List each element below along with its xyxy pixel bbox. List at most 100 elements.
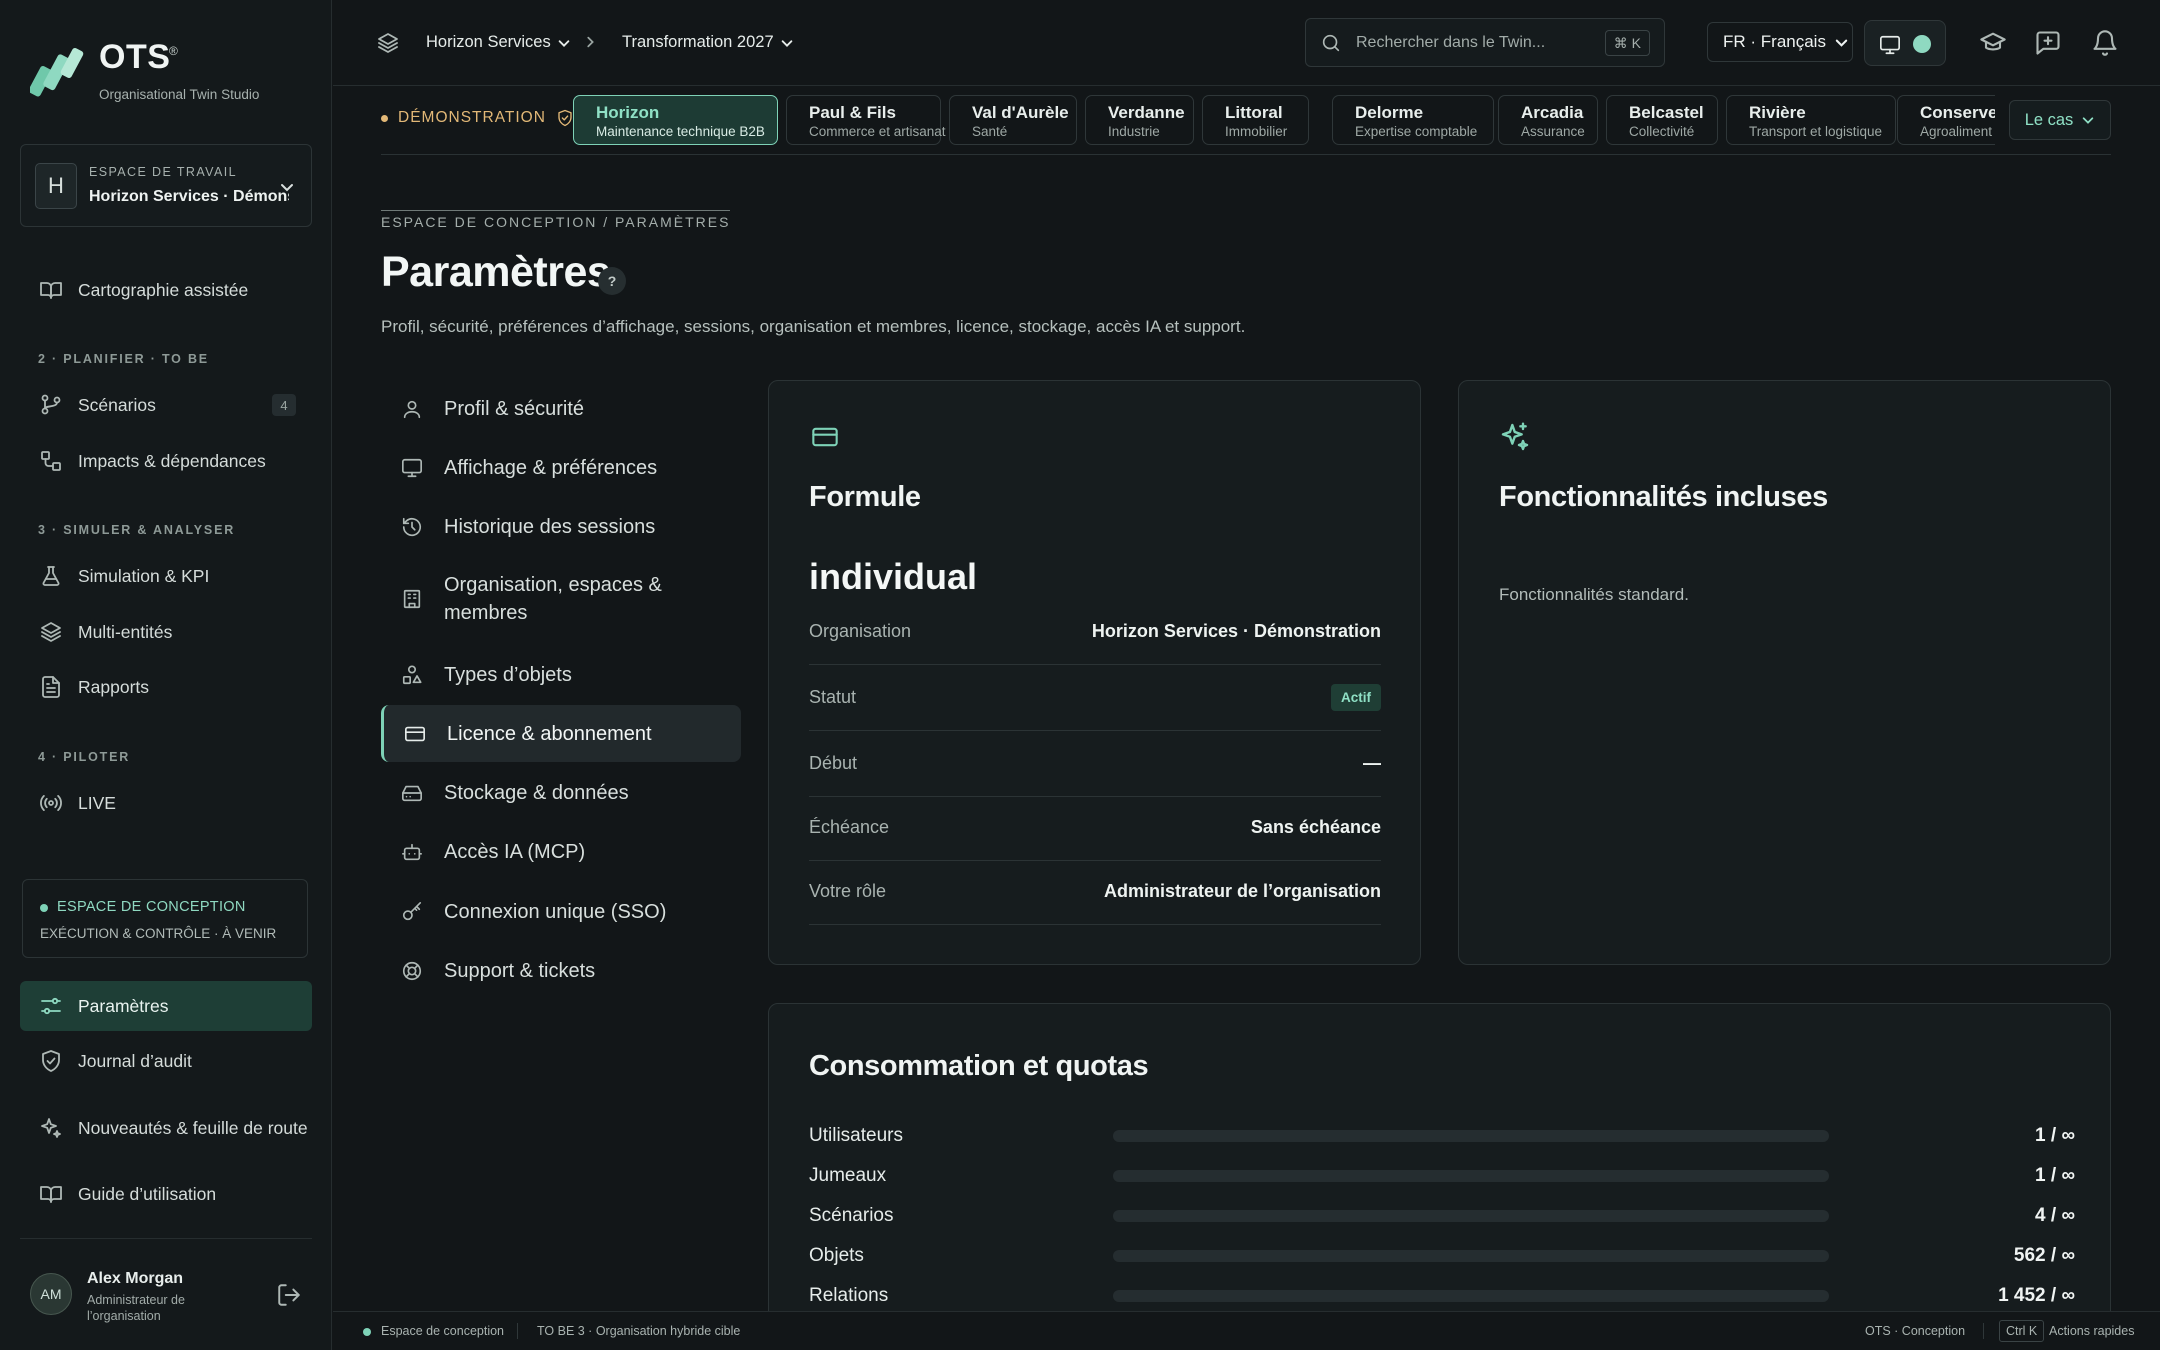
sidebar-item-multi-entites[interactable]: Multi-entités — [20, 608, 312, 656]
demo-case-conserver[interactable]: Conserver Agroaliment — [1897, 95, 1995, 145]
demo-case-riviere[interactable]: Rivière Transport et logistique — [1726, 95, 1896, 145]
settings-item-stockage[interactable]: Stockage & données — [381, 768, 741, 818]
settings-item-label: Licence & abonnement — [447, 722, 652, 745]
sidebar-item-impacts[interactable]: Impacts & dépendances — [20, 437, 312, 485]
page-subtitle: Profil, sécurité, préférences d’affichag… — [381, 317, 1246, 336]
monitor-icon — [398, 457, 426, 479]
demo-case-littoral[interactable]: Littoral Immobilier — [1202, 95, 1309, 145]
sidebar-item-guide[interactable]: Guide d’utilisation — [20, 1170, 312, 1218]
status-mode: Espace de conception — [381, 1324, 505, 1338]
sidebar-item-journal-audit[interactable]: Journal d’audit — [20, 1037, 312, 1085]
settings-item-support[interactable]: Support & tickets — [381, 946, 741, 996]
feedback-icon[interactable] — [2034, 29, 2062, 57]
demo-case-belcastel[interactable]: Belcastel Collectivité — [1606, 95, 1718, 145]
sidebar-item-label: Rapports — [78, 677, 150, 697]
user-icon — [398, 398, 426, 420]
settings-item-label: Stockage & données — [444, 782, 629, 804]
demo-case-val-daurele[interactable]: Val d'Aurèle Santé — [949, 95, 1077, 145]
settings-item-types-objets[interactable]: Types d’objets — [381, 650, 741, 700]
sidebar-item-label: Impacts & dépendances — [78, 451, 266, 471]
broadcast-icon — [36, 791, 66, 815]
demo-case-arcadia[interactable]: Arcadia Assurance — [1498, 95, 1598, 145]
settings-item-affichage[interactable]: Affichage & préférences — [381, 443, 741, 493]
sidebar-item-nouveautes[interactable]: Nouveautés & feuille de route — [20, 1100, 312, 1156]
settings-item-acces-ia[interactable]: Accès IA (MCP) — [381, 827, 741, 877]
settings-item-label: Profil & sécurité — [444, 398, 585, 420]
dependencies-icon — [36, 449, 66, 473]
layers-icon — [376, 31, 400, 55]
bell-icon[interactable] — [2091, 29, 2119, 57]
theme-toggle-knob — [1913, 35, 1931, 53]
quota-row-utilisateurs: Utilisateurs 1 / ∞ — [809, 1116, 2075, 1156]
breadcrumb-organisation[interactable]: Horizon Services — [426, 33, 571, 52]
demo-case-title: Val d'Aurèle — [972, 103, 1069, 122]
book-open-icon — [36, 278, 66, 302]
demo-case-horizon[interactable]: Horizon Maintenance technique B2B — [573, 95, 778, 145]
workspace-switcher[interactable]: H ESPACE DE TRAVAIL Horizon Services · D… — [20, 144, 312, 227]
demo-case-subtitle: Transport et logistique — [1749, 124, 1883, 139]
display-mode-toggle[interactable] — [1864, 20, 1946, 66]
sidebar-item-cartographie[interactable]: Cartographie assistée — [20, 266, 312, 314]
settings-item-sso[interactable]: Connexion unique (SSO) — [381, 887, 741, 937]
formule-row-key: Votre rôle — [809, 881, 887, 901]
sidebar-item-simulation[interactable]: Simulation & KPI — [20, 552, 312, 600]
demo-case-paul-fils[interactable]: Paul & Fils Commerce et artisanat — [786, 95, 946, 145]
graduation-cap-icon[interactable] — [1979, 29, 2007, 57]
formule-row-key: Échéance — [809, 817, 890, 837]
settings-item-profil[interactable]: Profil & sécurité — [381, 384, 741, 434]
search-box[interactable]: Rechercher dans le Twin... ⌘ K — [1305, 18, 1665, 67]
settings-item-label: Historique des sessions — [444, 516, 656, 538]
formule-row-echeance: Échéance Sans échéance — [809, 795, 1381, 861]
hard-drive-icon — [398, 782, 426, 804]
logout-icon[interactable] — [276, 1282, 302, 1308]
settings-item-historique[interactable]: Historique des sessions — [381, 502, 741, 552]
breadcrumb-twin[interactable]: Transformation 2027 — [622, 33, 794, 52]
settings-item-licence[interactable]: Licence & abonnement — [381, 705, 741, 762]
demo-case-subtitle: Expertise comptable — [1355, 124, 1478, 139]
quota-progress-bar — [1113, 1130, 1829, 1142]
page-title: Paramètres — [381, 248, 611, 296]
formule-title: Formule — [809, 481, 921, 513]
sparkles-icon — [1499, 421, 1531, 453]
demo-cases-strip: Horizon Maintenance technique B2B Paul &… — [571, 90, 1995, 152]
quotas-card: Consommation et quotas Utilisateurs 1 / … — [768, 1003, 2111, 1343]
credit-card-icon — [809, 423, 841, 451]
sidebar-item-rapports[interactable]: Rapports — [20, 663, 312, 711]
scenarios-count-badge: 4 — [272, 394, 296, 416]
quotas-title: Consommation et quotas — [809, 1050, 1149, 1082]
sidebar-item-live[interactable]: LIVE — [20, 779, 312, 827]
search-input[interactable]: Rechercher dans le Twin... — [1356, 34, 1545, 52]
concept-space-title: ESPACE DE CONCEPTION — [57, 899, 246, 915]
demo-case-delorme[interactable]: Delorme Expertise comptable — [1332, 95, 1494, 145]
settings-item-organisation[interactable]: Organisation, espaces & membres — [381, 561, 741, 637]
demo-strip-divider — [381, 154, 2111, 155]
language-select[interactable]: FR · Français — [1707, 22, 1853, 62]
user-avatar[interactable]: AM — [30, 1273, 72, 1315]
quick-actions-shortcut[interactable]: Ctrl K — [1999, 1320, 2045, 1342]
case-dropdown-button[interactable]: Le cas — [2009, 100, 2111, 140]
formule-row-debut: Début — — [809, 731, 1381, 797]
sidebar-section-title: 2 · PLANIFIER · TO BE — [38, 352, 209, 366]
sidebar: OTS ® Organisational Twin Studio H ESPAC… — [0, 0, 332, 1350]
demo-case-title: Belcastel — [1629, 103, 1704, 122]
formule-row-key: Organisation — [809, 621, 912, 641]
sidebar-section-title: 4 · PILOTER — [38, 750, 131, 764]
quota-progress-bar — [1113, 1250, 1829, 1262]
help-button[interactable]: ? — [598, 267, 626, 295]
settings-item-label: Support & tickets — [444, 960, 596, 982]
sidebar-section-title: 3 · SIMULER & ANALYSER — [38, 523, 236, 537]
formule-card: Formule individual Organisation Horizon … — [768, 380, 1421, 965]
sidebar-item-parametres[interactable]: Paramètres — [20, 981, 312, 1031]
demo-case-verdanne[interactable]: Verdanne Industrie — [1085, 95, 1194, 145]
sidebar-item-label: Cartographie assistée — [78, 280, 249, 300]
quota-row-value: 562 / ∞ — [2013, 1245, 2075, 1266]
sidebar-item-scenarios[interactable]: Scénarios 4 — [20, 381, 312, 429]
settings-item-label: Accès IA (MCP) — [444, 841, 586, 863]
sidebar-item-label: Paramètres — [78, 996, 169, 1016]
formule-row-value: — — [1363, 753, 1381, 773]
life-buoy-icon — [398, 960, 426, 982]
quick-actions-label[interactable]: Actions rapides — [2049, 1324, 2134, 1338]
quota-row-objets: Objets 562 / ∞ — [809, 1236, 2075, 1276]
git-branch-icon — [36, 393, 66, 417]
bot-icon — [398, 841, 426, 863]
